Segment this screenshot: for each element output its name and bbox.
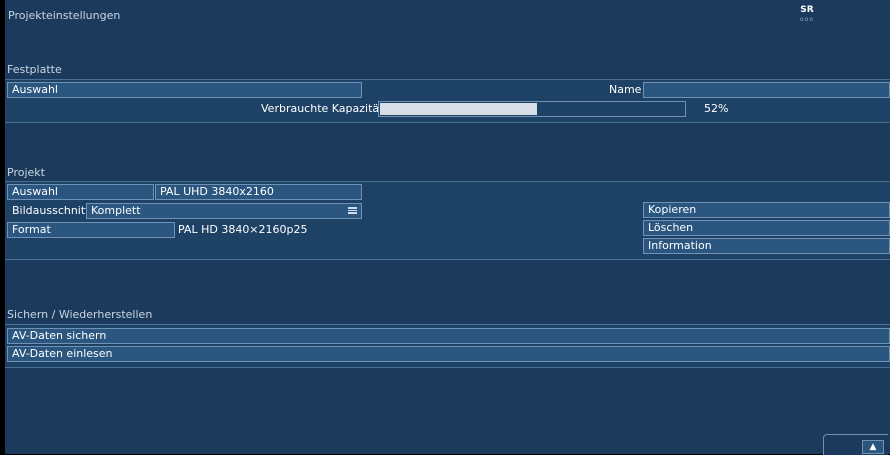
section-label-sichern: Sichern / Wiederherstellen <box>7 308 153 321</box>
bildausschnitt-value: Komplett <box>91 204 141 217</box>
av-backup-button[interactable]: AV-Daten sichern <box>7 328 890 344</box>
festplatte-auswahl-button[interactable]: Auswahl <box>7 82 362 98</box>
kopieren-button[interactable]: Kopieren <box>643 202 890 218</box>
house-icon: ▲ <box>869 442 877 452</box>
settings-screen: Projekteinstellungen SR ooo Festplatte A… <box>5 0 890 455</box>
section-label-festplatte: Festplatte <box>7 63 62 76</box>
sichern-panel: AV-Daten sichern AV-Daten einlesen <box>5 324 890 368</box>
festplatte-panel: Auswahl Name Verbrauchte Kapazität 52% <box>5 79 890 123</box>
format-value: PAL HD 3840×2160p25 <box>178 223 308 236</box>
menu-icon <box>348 207 357 214</box>
sr-logo-text: SR <box>800 5 814 15</box>
section-label-projekt: Projekt <box>7 166 45 179</box>
information-button[interactable]: Information <box>643 238 890 254</box>
bottom-tab: ▲ <box>823 434 888 455</box>
sr-logo: SR ooo <box>800 6 814 24</box>
av-restore-button[interactable]: AV-Daten einlesen <box>7 346 890 362</box>
home-button[interactable]: ▲ <box>862 440 884 454</box>
format-button[interactable]: Format <box>7 222 175 238</box>
page-title: Projekteinstellungen <box>8 9 121 22</box>
capacity-bar <box>378 101 686 117</box>
capacity-percent: 52% <box>704 102 729 115</box>
sr-logo-dots: ooo <box>800 16 815 23</box>
projekt-auswahl-button[interactable]: Auswahl <box>7 184 154 200</box>
name-field[interactable] <box>643 82 890 98</box>
name-label: Name <box>609 83 642 96</box>
loeschen-button[interactable]: Löschen <box>643 220 890 236</box>
bildausschnitt-select[interactable]: Komplett <box>86 203 362 219</box>
capacity-bar-fill <box>380 103 538 115</box>
bildausschnitt-label: Bildausschnitt <box>12 204 90 217</box>
projekt-panel: Auswahl PAL UHD 3840x2160 Bildausschnitt… <box>5 181 890 260</box>
capacity-label: Verbrauchte Kapazität <box>261 102 384 115</box>
projekt-auswahl-value: PAL UHD 3840x2160 <box>155 184 362 200</box>
